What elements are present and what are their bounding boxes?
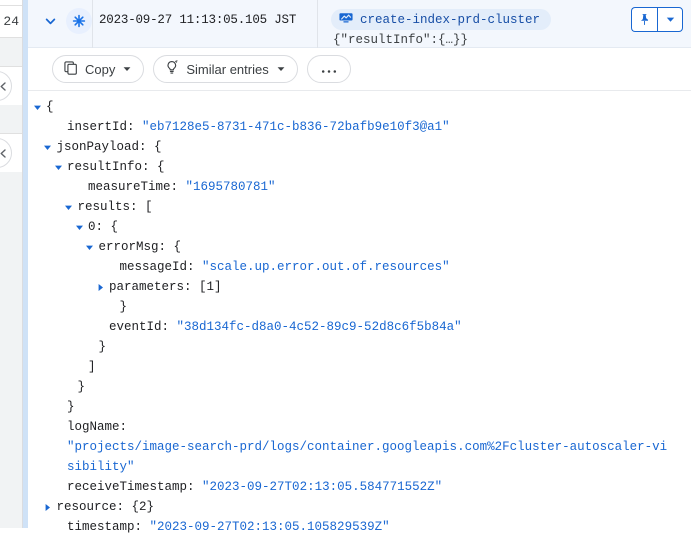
rail-gap-3 [0,172,22,528]
chevron-down-icon [276,62,286,77]
json-row: } [28,397,681,417]
entry-summary: {"resultInfo":{…}} [333,33,468,47]
resource-chip[interactable]: create-index-prd-cluster [331,9,551,30]
rail-gap-2 [0,105,22,134]
json-row-text: ] [88,357,96,377]
caret-down-icon[interactable] [30,97,44,117]
chevron-down-icon [122,62,132,77]
chevron-down-icon [664,13,677,26]
json-row-text: parameters: [1] [109,277,222,297]
json-row-text: 0: { [88,217,118,237]
caret-down-icon[interactable] [83,237,97,257]
json-payload-tree: { insertId: "eb7128e5-8731-471c-b836-72ba… [28,91,691,537]
rail-gap-1 [0,38,22,67]
caret-down-icon[interactable] [41,137,55,157]
header-divider-2 [317,0,318,48]
caret-down-icon[interactable] [62,197,76,217]
chevron-left-icon [0,79,8,94]
json-row-text: } [99,337,107,357]
json-row-text: measureTime: "1695780781" [88,177,276,197]
copy-button-label: Copy [85,63,115,76]
ellipsis-icon [321,62,337,77]
json-row-text: } [78,377,86,397]
lightbulb-icon [165,60,179,78]
cluster-icon [339,12,353,28]
json-row: } [28,337,681,357]
json-row-text: receiveTimestamp: "2023-09-27T02:13:05.5… [67,477,442,497]
json-row: ] [28,357,681,377]
caret-right-icon[interactable] [41,497,55,517]
json-row: "projects/image-search-prd/logs/containe… [28,437,681,477]
copy-icon [64,61,78,78]
json-row: 0: { [28,217,681,237]
caret-down-icon[interactable] [72,217,86,237]
similar-entries-button[interactable]: Similar entries [153,55,297,83]
more-options-button[interactable] [307,55,351,83]
json-row-text: insertId: "eb7128e5-8731-471c-b836-72baf… [67,117,450,137]
caret-right-icon[interactable] [93,277,107,297]
json-row-text: jsonPayload: { [57,137,162,157]
json-row: timestamp: "2023-09-27T02:13:05.10582953… [28,517,681,537]
json-row-text: timestamp: "2023-09-27T02:13:05.10582953… [67,517,390,537]
resource-chip-label: create-index-prd-cluster [360,13,540,27]
json-row-text: logName: [67,417,127,437]
json-row: messageId: "scale.up.error.out.of.resour… [28,257,681,277]
json-row: logName: [28,417,681,437]
pin-icon [638,13,651,26]
entry-toolbar: Copy Similar entries [28,48,691,91]
entry-timestamp: 2023-09-27 11:13:05.105 JST [99,13,296,27]
json-row: } [28,377,681,397]
json-row: eventId: "38d134fc-d8a0-4c52-89c9-52d8c6… [28,317,681,337]
json-row-text: } [67,397,75,417]
header-divider-1 [92,0,93,48]
pin-button[interactable] [631,7,657,32]
row-number: 24 [0,5,22,38]
json-row-text: { [46,97,54,117]
json-row: measureTime: "1695780781" [28,177,681,197]
json-row-text: eventId: "38d134fc-d8a0-4c52-89c9-52d8c6… [109,317,462,337]
header-actions [631,7,683,32]
json-row: resultInfo: { [28,157,681,177]
json-row: results: [ [28,197,681,217]
json-row-text: messageId: "scale.up.error.out.of.resour… [120,257,450,277]
expand-entry-caret[interactable] [42,13,58,29]
caret-down-icon[interactable] [51,157,65,177]
copy-button[interactable]: Copy [52,55,144,83]
json-row: insertId: "eb7128e5-8731-471c-b836-72baf… [28,117,681,137]
sparkle-icon[interactable] [66,8,92,34]
json-row-text: errorMsg: { [99,237,182,257]
json-row: jsonPayload: { [28,137,681,157]
json-row: receiveTimestamp: "2023-09-27T02:13:05.5… [28,477,681,497]
json-row-text: resource: {2} [57,497,155,517]
json-row: parameters: [1] [28,277,681,297]
chevron-left-icon [0,146,8,161]
json-row: errorMsg: { [28,237,681,257]
json-row: } [28,297,681,317]
json-row-text: } [120,297,128,317]
json-row: resource: {2} [28,497,681,517]
json-row-text: "projects/image-search-prd/logs/containe… [67,437,668,477]
similar-entries-button-label: Similar entries [186,63,268,76]
json-row: { [28,97,681,117]
more-actions-dropdown[interactable] [657,7,683,32]
json-row-text: results: [ [78,197,153,217]
log-entry-panel: 2023-09-27 11:13:05.105 JST create-index… [28,0,691,528]
log-entry-header: 2023-09-27 11:13:05.105 JST create-index… [28,0,691,48]
chevron-down-icon [44,15,57,28]
json-row-text: resultInfo: { [67,157,165,177]
